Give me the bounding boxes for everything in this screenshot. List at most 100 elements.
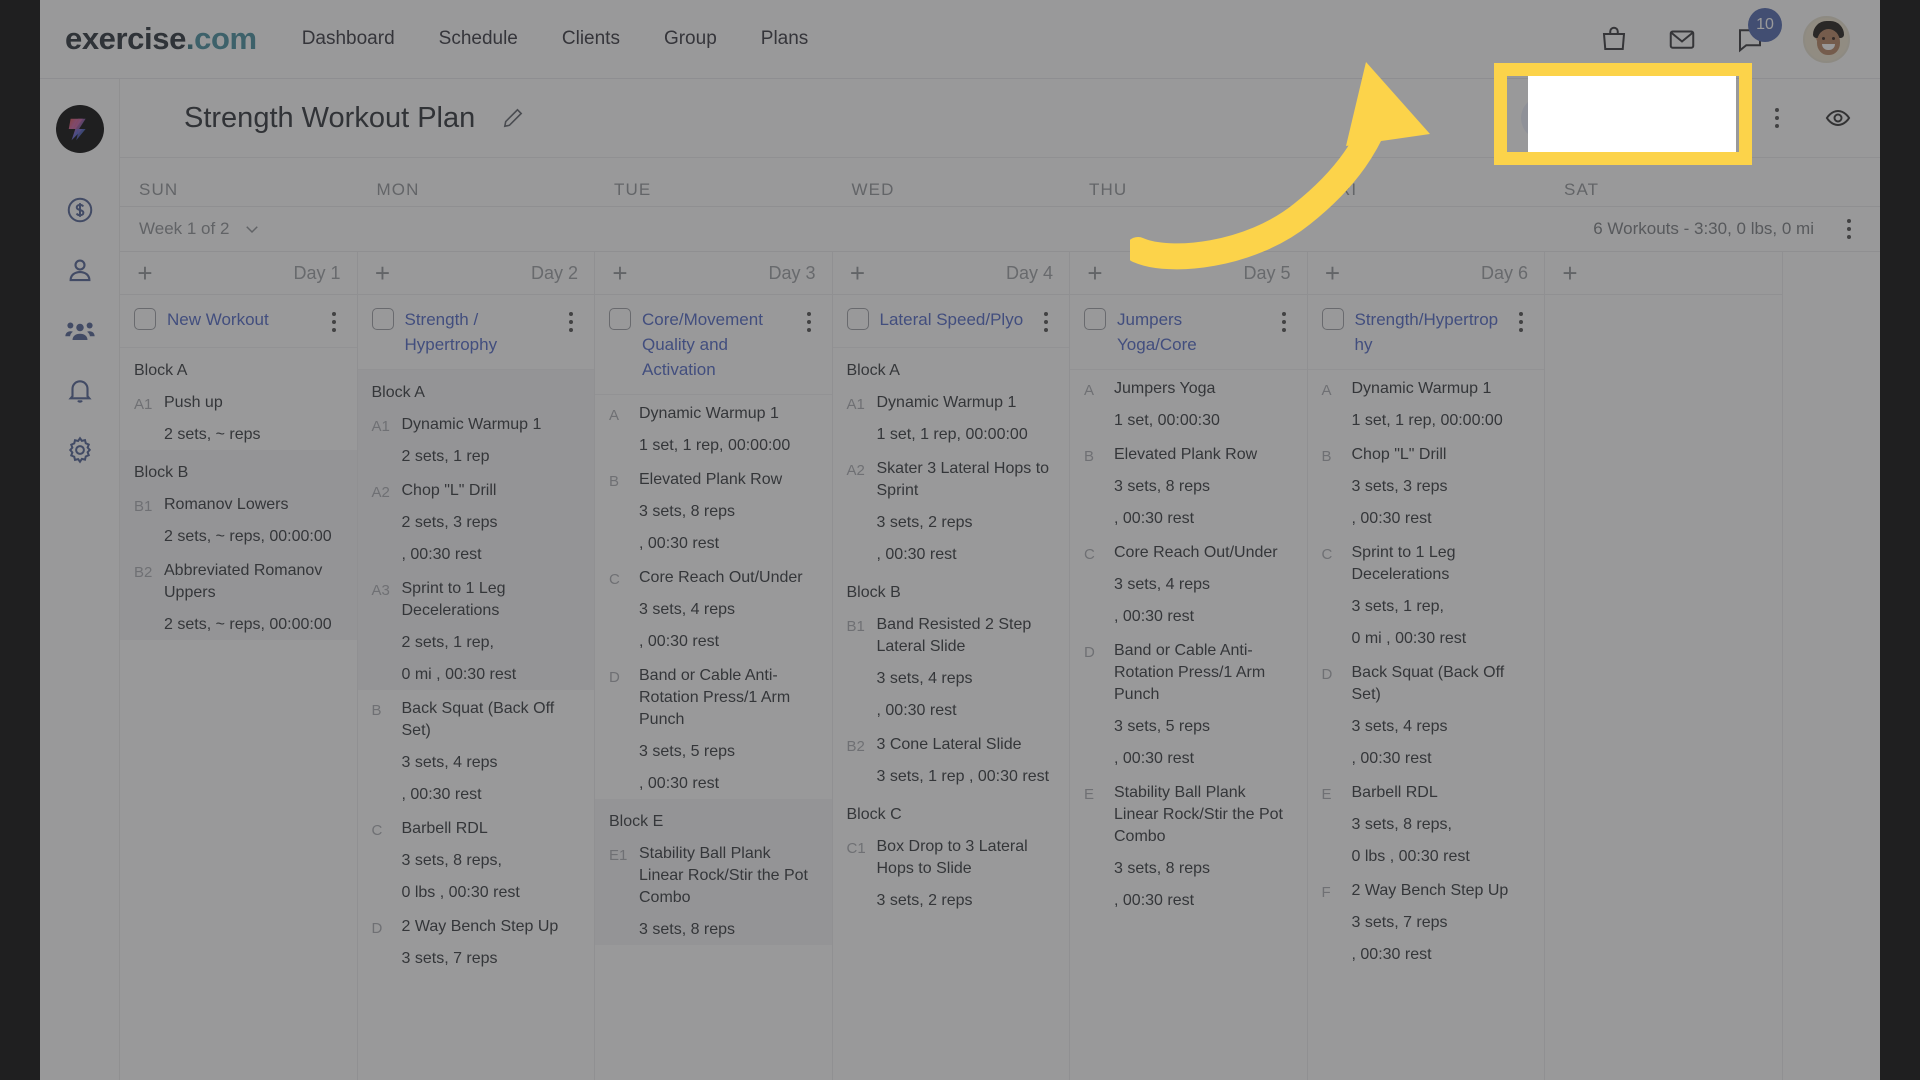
- plus-icon[interactable]: +: [134, 260, 156, 286]
- shopping-bag-icon[interactable]: [1599, 24, 1629, 54]
- exercise-row[interactable]: C Core Reach Out/Under 3 sets, 4 reps , 00:…: [1070, 534, 1307, 632]
- exercise-row[interactable]: A3 Sprint to 1 Leg Decelerations 2 sets, 1…: [358, 570, 595, 690]
- plus-icon[interactable]: +: [1084, 260, 1106, 286]
- exercise-name: Dynamic Warmup 1: [639, 405, 779, 422]
- plus-icon[interactable]: +: [372, 260, 394, 286]
- exercise-name: Band or Cable Anti-Rotation Press/1 Arm …: [639, 667, 791, 728]
- exercise-tag: A2: [371, 484, 390, 501]
- exercise-row[interactable]: B1 Romanov Lowers 2 sets, ~ reps, 00:00:00: [120, 486, 357, 552]
- person-icon[interactable]: [65, 255, 95, 285]
- workout-name[interactable]: Jumpers Yoga/Core: [1117, 307, 1262, 357]
- nav-plans[interactable]: Plans: [759, 24, 811, 54]
- people-group-icon[interactable]: [64, 315, 95, 345]
- workout-card: Strength/Hypertrophy A Dynamic Warmup 1 1 s…: [1307, 295, 1545, 980]
- nav-group[interactable]: Group: [662, 24, 719, 54]
- exercise-row[interactable]: A Jumpers Yoga 1 set, 00:00:30: [1070, 370, 1307, 436]
- pencil-icon[interactable]: [501, 106, 525, 130]
- exercise-row[interactable]: A Dynamic Warmup 1 1 set, 1 rep, 00:00:00: [595, 395, 832, 461]
- exercise-name: Band or Cable Anti-Rotation Press/1 Arm …: [1114, 642, 1266, 703]
- workout-name[interactable]: Core/Movement Quality and Activation: [642, 307, 787, 382]
- exercise-row[interactable]: A1 Dynamic Warmup 1 1 set, 1 rep, 00:00:00: [833, 384, 1070, 450]
- envelope-icon[interactable]: [1667, 24, 1697, 54]
- exercise-row[interactable]: D Band or Cable Anti-Rotation Press/1 Arm…: [595, 657, 832, 799]
- workout-checkbox[interactable]: [1321, 308, 1344, 330]
- exercise-detail: , 00:30 rest: [1114, 608, 1195, 625]
- plus-icon[interactable]: +: [1322, 260, 1344, 286]
- exercise-row[interactable]: C1 Box Drop to 3 Lateral Hops to Slide 3 s…: [833, 828, 1070, 916]
- plus-icon[interactable]: +: [609, 260, 631, 286]
- exercise-detail: 1 set, 1 rep, 00:00:00: [1351, 412, 1503, 429]
- exercise-row[interactable]: A2 Chop "L" Drill 2 sets, 3 reps , 00:30 re…: [358, 472, 595, 570]
- exercise-body: Back Squat (Back Off Set) 3 sets, 4 reps,…: [1352, 662, 1533, 770]
- gear-icon[interactable]: [65, 435, 95, 465]
- app-logo[interactable]: [55, 105, 104, 153]
- workout-blocks: Block A A1 Dynamic Warmup 1 2 sets, 1 rep A2…: [357, 370, 595, 984]
- exercise-body: Core Reach Out/Under 3 sets, 4 reps , 00:3…: [1114, 542, 1295, 628]
- workout-checkbox[interactable]: [846, 308, 869, 330]
- workout-checkbox[interactable]: [1084, 308, 1106, 330]
- exercise-row[interactable]: F 2 Way Bench Step Up 3 sets, 7 reps , 00:3…: [1308, 872, 1545, 970]
- chat-bubble-icon[interactable]: 10: [1735, 8, 1782, 54]
- exercise-row[interactable]: D Back Squat (Back Off Set) 3 sets, 4 reps…: [1308, 654, 1545, 774]
- kebab-dot: [331, 312, 336, 316]
- workout-more-options-icon[interactable]: [560, 309, 582, 335]
- publish-changes-button[interactable]: Publish changes: [1520, 96, 1724, 140]
- exercise-row[interactable]: B Elevated Plank Row 3 sets, 8 reps , 00:30…: [595, 461, 832, 559]
- workout-more-options-icon[interactable]: [1273, 309, 1295, 335]
- exercise-row[interactable]: E1 Stability Ball Plank Linear Rock/Stir …: [595, 835, 832, 945]
- exercise-tag: A: [1084, 382, 1095, 399]
- workout-checkbox[interactable]: [371, 308, 394, 330]
- exercise-name: Elevated Plank Row: [639, 471, 783, 488]
- exercise-row[interactable]: D Band or Cable Anti-Rotation Press/1 Arm…: [1070, 632, 1307, 774]
- workout-checkbox[interactable]: [609, 308, 631, 330]
- workout-more-options-icon[interactable]: [1510, 309, 1532, 335]
- exercise-row[interactable]: A1 Push up 2 sets, ~ reps: [120, 384, 357, 450]
- exercise-name: 3 Cone Lateral Slide: [876, 736, 1022, 753]
- workout-more-options-icon[interactable]: [1035, 309, 1057, 335]
- exercise-row[interactable]: B2 3 Cone Lateral Slide 3 sets, 1 rep , 00…: [833, 726, 1070, 792]
- workout-checkbox[interactable]: [134, 308, 156, 330]
- exercise-row[interactable]: A1 Dynamic Warmup 1 2 sets, 1 rep: [358, 406, 595, 472]
- exercise-tag: B: [1321, 448, 1332, 465]
- exercise-row[interactable]: C Core Reach Out/Under 3 sets, 4 reps , 00:…: [595, 559, 832, 657]
- exercise-body: Dynamic Warmup 1 2 sets, 1 rep: [402, 414, 583, 468]
- eye-icon[interactable]: [1824, 104, 1852, 132]
- workout-name[interactable]: Lateral Speed/Plyo: [880, 307, 1025, 332]
- nav-schedule[interactable]: Schedule: [437, 24, 520, 54]
- exercise-detail: 3 sets, 4 reps: [1351, 718, 1448, 735]
- exercise-row[interactable]: B1 Band Resisted 2 Step Lateral Slide 3 se…: [833, 606, 1070, 726]
- nav-dashboard[interactable]: Dashboard: [300, 24, 397, 54]
- exercise-row[interactable]: B Chop "L" Drill 3 sets, 3 reps , 00:30 res…: [1308, 436, 1545, 534]
- week-selector-label[interactable]: Week 1 of 2: [139, 219, 229, 239]
- exercise-row[interactable]: B2 Abbreviated Romanov Uppers 2 sets, ~ re…: [120, 552, 357, 640]
- day-label: Day 1: [293, 262, 341, 283]
- exercise-row[interactable]: B Elevated Plank Row 3 sets, 8 reps , 00:30…: [1070, 436, 1307, 534]
- exercise-row[interactable]: E Stability Ball Plank Linear Rock/Stir t…: [1070, 774, 1307, 916]
- plan-more-options-icon[interactable]: [1764, 105, 1790, 131]
- exercise-detail: 3 sets, 8 reps,: [401, 852, 503, 869]
- nav-clients[interactable]: Clients: [560, 24, 622, 54]
- week-more-options-icon[interactable]: [1836, 216, 1862, 242]
- workout-more-options-icon[interactable]: [798, 309, 820, 335]
- exercise-row[interactable]: B Back Squat (Back Off Set) 3 sets, 4 reps…: [358, 690, 595, 810]
- page-title: Strength Workout Plan: [184, 101, 476, 134]
- plan-header: Strength Workout Plan Publish changes: [120, 79, 1880, 158]
- avatar[interactable]: [1803, 15, 1850, 63]
- chevron-down-icon[interactable]: [243, 220, 261, 238]
- workout-name[interactable]: Strength/Hypertrophy: [1355, 307, 1500, 357]
- exercise-row[interactable]: C Sprint to 1 Leg Decelerations 3 sets, 1 …: [1308, 534, 1545, 654]
- plus-icon[interactable]: +: [1559, 260, 1581, 286]
- plus-icon[interactable]: +: [847, 260, 869, 286]
- bell-icon[interactable]: [65, 375, 95, 405]
- exercise-row[interactable]: A2 Skater 3 Lateral Hops to Sprint 3 sets,…: [833, 450, 1070, 570]
- workout-name[interactable]: New Workout: [167, 307, 312, 332]
- exercise-row[interactable]: C Barbell RDL 3 sets, 8 reps, 0 lbs , 00:30…: [358, 810, 595, 908]
- dollar-circle-icon[interactable]: [65, 195, 95, 225]
- workout-name[interactable]: Strength / Hypertrophy: [405, 307, 550, 357]
- exercise-tag: D: [1084, 644, 1095, 661]
- brand-logo[interactable]: exercise.com: [65, 21, 257, 57]
- exercise-row[interactable]: E Barbell RDL 3 sets, 8 reps, 0 lbs , 00:30…: [1308, 774, 1545, 872]
- workout-more-options-icon[interactable]: [323, 309, 345, 335]
- exercise-row[interactable]: D 2 Way Bench Step Up 3 sets, 7 reps: [358, 908, 595, 974]
- exercise-row[interactable]: A Dynamic Warmup 1 1 set, 1 rep, 00:00:00: [1308, 370, 1545, 436]
